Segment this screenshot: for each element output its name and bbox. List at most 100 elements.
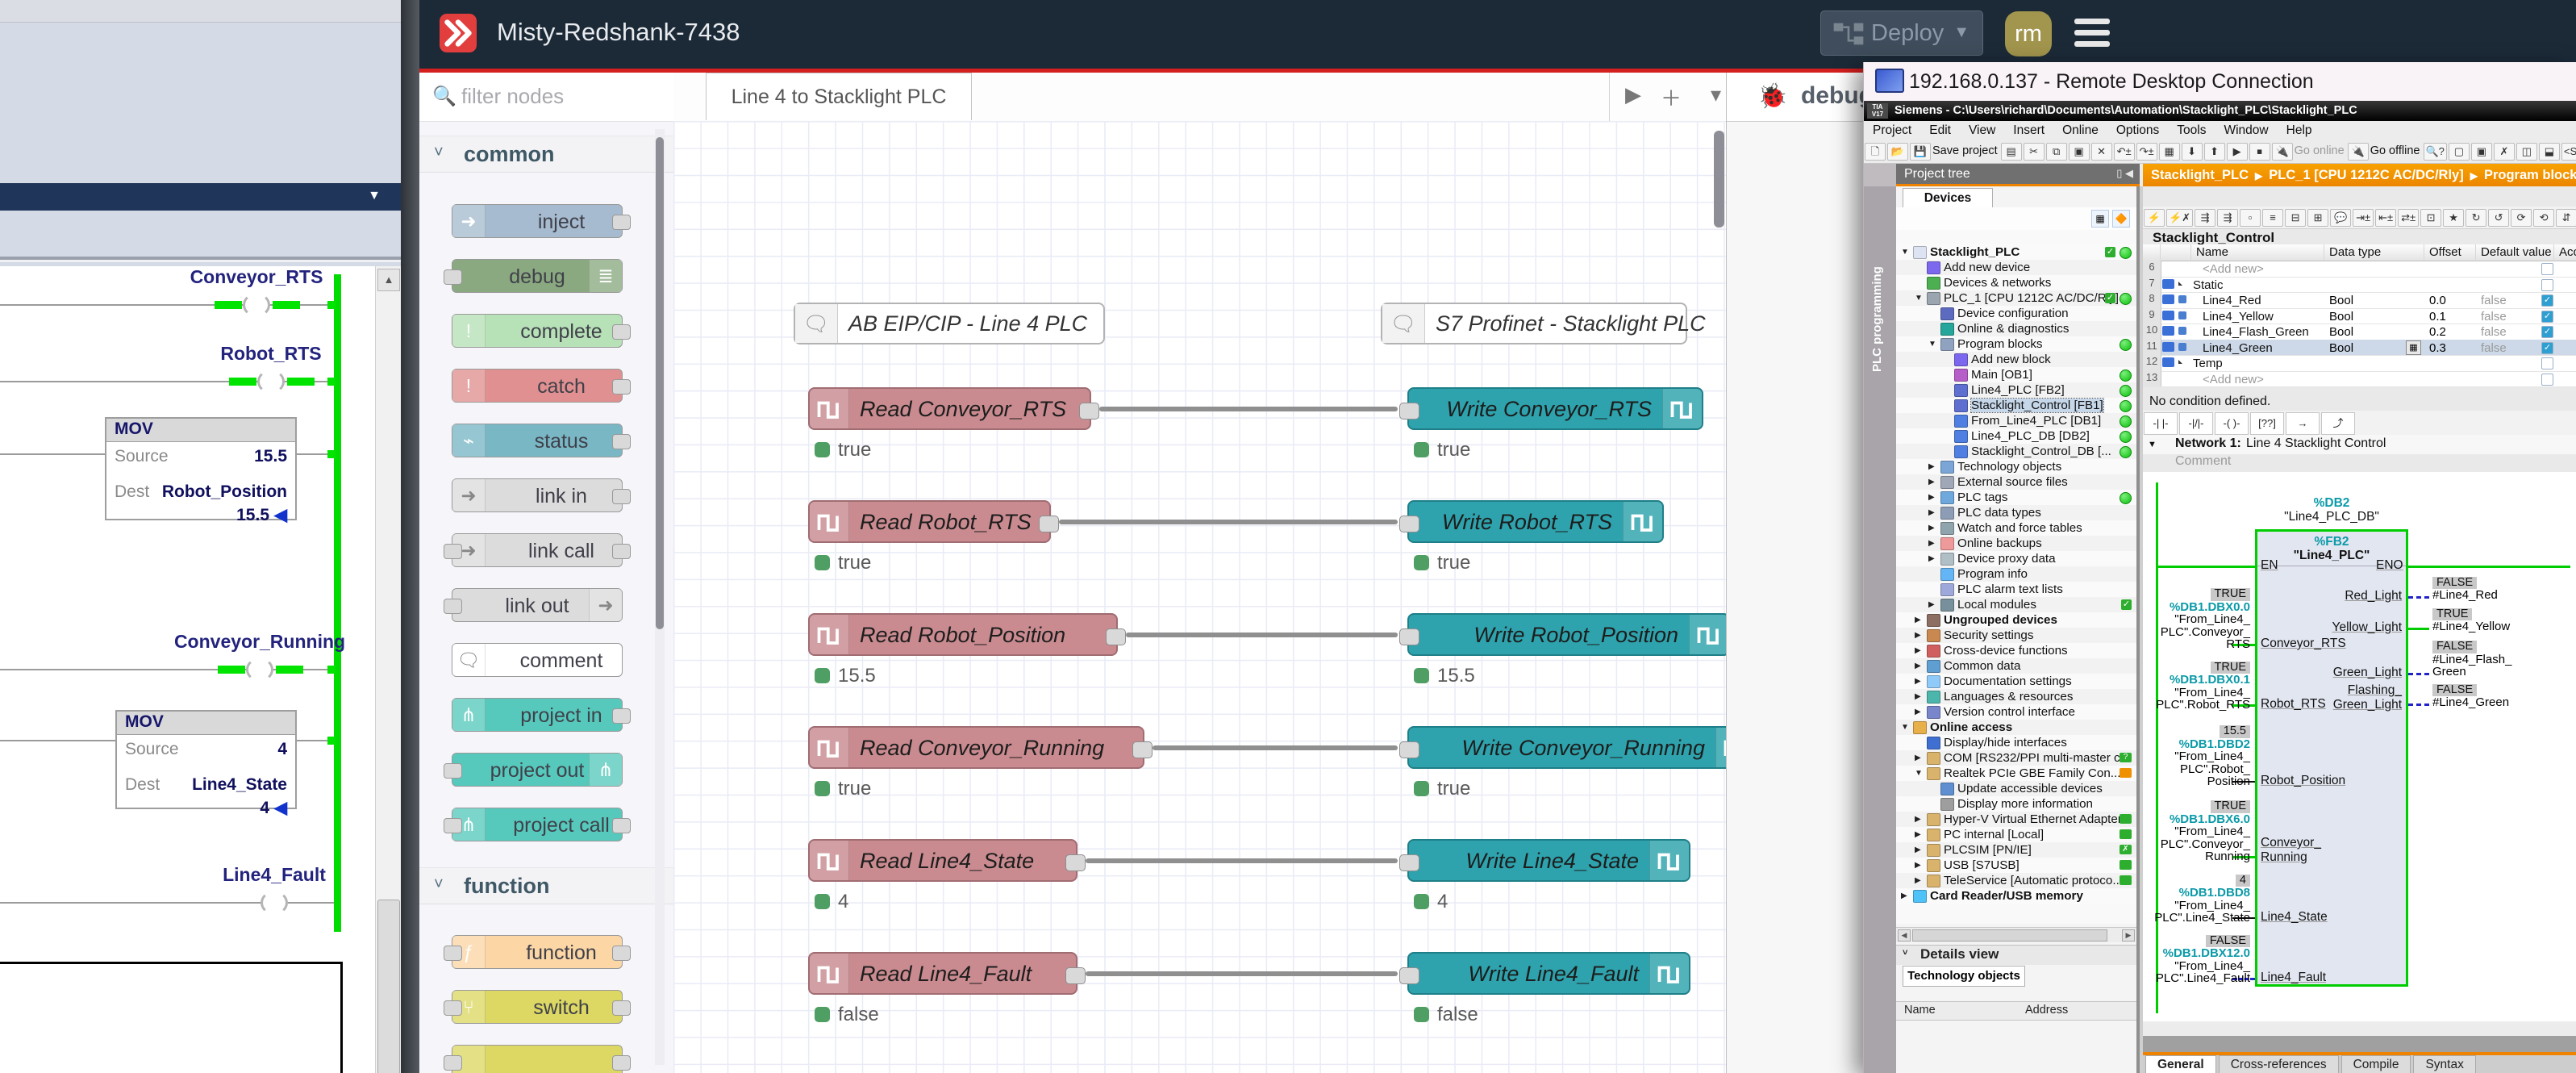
node-output-port[interactable] bbox=[612, 708, 631, 724]
comment-node[interactable]: 🗨AB EIP/CIP - Line 4 PLC bbox=[794, 303, 1105, 344]
inspector-tab-compile[interactable]: Compile bbox=[2341, 1055, 2411, 1073]
copy-icon[interactable]: ⧉ bbox=[2046, 143, 2067, 161]
tag-toolbar-icon-7[interactable]: ⊞ bbox=[2307, 209, 2328, 227]
print-icon[interactable]: ▤ bbox=[2001, 143, 2022, 161]
tree-view-icon[interactable]: ▦ bbox=[2091, 210, 2109, 228]
lad-instruction-1[interactable]: -|/|- bbox=[2179, 412, 2213, 435]
expand-icon[interactable]: ▶ bbox=[1915, 708, 1921, 716]
expand-icon[interactable]: ▶ bbox=[1915, 845, 1921, 854]
logix-collapsed-panel[interactable]: ▼ bbox=[0, 183, 401, 211]
flow-node-Read-Line4_Fault[interactable]: Read Line4_Fault bbox=[808, 952, 1078, 995]
main-menu-icon[interactable] bbox=[2074, 19, 2110, 51]
lad-instruction-3[interactable]: [??] bbox=[2250, 412, 2284, 435]
node-input-port[interactable] bbox=[444, 269, 462, 285]
expand-icon[interactable]: ▶ bbox=[1928, 478, 1935, 486]
tree-item-common-data[interactable]: ▶Common data bbox=[1896, 658, 2136, 674]
flow-wire[interactable] bbox=[1153, 745, 1398, 750]
menu-edit[interactable]: Edit bbox=[1920, 121, 1960, 140]
redo-icon[interactable]: ↷± bbox=[2136, 143, 2157, 161]
tree-sync-icon[interactable]: 🔶 bbox=[2112, 210, 2130, 228]
tag-toolbar-icon-3[interactable]: ⇶ bbox=[2217, 209, 2238, 227]
flow-node-Read-Robot_Position[interactable]: Read Robot_Position bbox=[808, 613, 1118, 656]
menu-insert[interactable]: Insert bbox=[2004, 121, 2053, 140]
menu-online[interactable]: Online bbox=[2053, 121, 2107, 140]
tree-item-plc-tags[interactable]: ▶PLC tags bbox=[1896, 490, 2136, 505]
accessible-checkbox[interactable] bbox=[2541, 279, 2553, 291]
flow-wire[interactable] bbox=[1126, 633, 1398, 637]
scrollbar-thumb[interactable] bbox=[1912, 929, 2107, 941]
project-tree-header[interactable]: Project tree ▯ ◀ bbox=[1896, 164, 2140, 186]
tree-item-main-ob1-[interactable]: Main [OB1] bbox=[1896, 367, 2136, 382]
inspector-tab-cross-references[interactable]: Cross-references bbox=[2219, 1055, 2339, 1073]
palette-node-switch[interactable]: ⑂switch bbox=[452, 990, 623, 1024]
close-icon[interactable]: ✗ bbox=[2494, 143, 2515, 161]
scroll-up-icon[interactable]: ▲ bbox=[377, 269, 400, 291]
download-icon[interactable]: ⬇ bbox=[2182, 143, 2203, 161]
menu-view[interactable]: View bbox=[1960, 121, 2004, 140]
tag-toolbar-icon-9[interactable]: ⇥± bbox=[2353, 209, 2374, 227]
tree-item-watch-and-force-tables[interactable]: ▶Watch and force tables bbox=[1896, 520, 2136, 536]
scrollbar-thumb[interactable] bbox=[377, 900, 400, 1073]
go-offline-label[interactable]: Go offline bbox=[2370, 144, 2420, 157]
node-input-port[interactable] bbox=[444, 818, 462, 833]
node-output-port[interactable] bbox=[612, 544, 631, 559]
node-output-port[interactable] bbox=[612, 1055, 631, 1071]
palette-node-inject[interactable]: ➜inject bbox=[452, 204, 623, 238]
menu-help[interactable]: Help bbox=[2278, 121, 2321, 140]
collapse-icon[interactable]: ▼ bbox=[1928, 340, 1936, 349]
tree-item-device-proxy-data[interactable]: ▶Device proxy data bbox=[1896, 551, 2136, 566]
tag-toolbar-icon-15[interactable]: ↺ bbox=[2488, 209, 2509, 227]
tree-item-from-line4-plc-db1-[interactable]: From_Line4_PLC [DB1] bbox=[1896, 413, 2136, 428]
input-operand[interactable]: FALSE%DB1.DBX12.0"From_Line4_PLC".Line4_… bbox=[2149, 934, 2250, 985]
flow-canvas[interactable]: 🗨AB EIP/CIP - Line 4 PLC🗨S7 Profinet - S… bbox=[673, 121, 1726, 1073]
palette-node-project-in[interactable]: ⋔project in bbox=[452, 698, 623, 732]
tree-item-online-diagnostics[interactable]: Online & diagnostics bbox=[1896, 321, 2136, 336]
flow-node-Write-Conveyor_RTS[interactable]: Write Conveyor_RTS bbox=[1407, 387, 1703, 430]
expand-icon[interactable]: ▶ bbox=[1928, 539, 1935, 548]
devices-tab[interactable]: Devices bbox=[1903, 188, 1993, 208]
interface-row-Temp[interactable]: 12Temp bbox=[2143, 355, 2576, 372]
node-input-port[interactable] bbox=[444, 1000, 462, 1016]
accessible-checkbox[interactable] bbox=[2541, 357, 2553, 369]
lad-network-canvas[interactable]: %DB2"Line4_PLC_DB"%FB2"Line4_PLC"ENENOCo… bbox=[2143, 472, 2576, 1021]
tree-item-add-new-block[interactable]: Add new block bbox=[1896, 352, 2136, 367]
palette-node-project-call[interactable]: ⋔project call bbox=[452, 808, 623, 841]
interface-row--Add-new-[interactable]: 6<Add new> bbox=[2143, 261, 2576, 278]
breadcrumb-item[interactable]: PLC_1 [CPU 1212C AC/DC/Rly] bbox=[2269, 168, 2463, 182]
node-output-port[interactable] bbox=[1079, 403, 1099, 420]
tab-line4-to-stacklight[interactable]: Line 4 to Stacklight PLC bbox=[706, 73, 972, 120]
output-operand[interactable]: TRUE#Line4_Yellow bbox=[2432, 607, 2553, 633]
tree-item-plc-1-cpu-1212c-ac-dc-rly-[interactable]: ▼PLC_1 [CPU 1212C AC/DC/Rly]✓ bbox=[1896, 290, 2136, 306]
flow-node-Read-Conveyor_Running[interactable]: Read Conveyor_Running bbox=[808, 726, 1144, 769]
expand-icon[interactable]: ▶ bbox=[1915, 876, 1921, 885]
palette-node-function[interactable]: ƒfunction bbox=[452, 935, 623, 969]
tree-item-devices-networks[interactable]: Devices & networks bbox=[1896, 275, 2136, 290]
details-view-header[interactable]: ˅ Details view bbox=[1896, 945, 2136, 965]
tree-item-line4-plc-fb2-[interactable]: Line4_PLC [FB2] bbox=[1896, 382, 2136, 398]
node-output-port[interactable] bbox=[612, 818, 631, 833]
rdp-title-bar[interactable]: 192.168.0.137 - Remote Desktop Connectio… bbox=[1864, 62, 2576, 101]
accessible-checkbox[interactable]: ✓ bbox=[2541, 342, 2553, 354]
mov-instruction-box[interactable]: MOVSource4DestLine4_State4 ◀ bbox=[115, 710, 297, 809]
expand-icon[interactable]: ▶ bbox=[1915, 830, 1921, 839]
flow-wire[interactable] bbox=[1059, 520, 1398, 524]
inspector-tab-general[interactable]: General bbox=[2145, 1055, 2216, 1073]
tag-toolbar-icon-11[interactable]: ⇄± bbox=[2398, 209, 2419, 227]
interface-row-Static[interactable]: 7Static bbox=[2143, 277, 2576, 294]
mov-instruction-box[interactable]: MOVSource15.5DestRobot_Position15.5 ◀ bbox=[105, 417, 297, 520]
tree-item-documentation-settings[interactable]: ▶Documentation settings bbox=[1896, 674, 2136, 689]
palette-node-project-out[interactable]: ⋔project out bbox=[452, 753, 623, 787]
expand-icon[interactable]: ▶ bbox=[1901, 891, 1907, 900]
tag-toolbar-icon-10[interactable]: ⇤± bbox=[2375, 209, 2396, 227]
tag-toolbar-icon-6[interactable]: ⊟ bbox=[2285, 209, 2306, 227]
save-project-label[interactable]: Save project bbox=[1932, 144, 1998, 157]
palette-node-link-out[interactable]: ➜link out bbox=[452, 588, 623, 622]
node-output-port[interactable] bbox=[1106, 628, 1126, 645]
palette-node-debug[interactable]: ≣debug bbox=[452, 259, 623, 293]
interface-row-Line4-Red[interactable]: 8Line4_RedBool0.0false✓ bbox=[2143, 292, 2576, 309]
column-header-name[interactable]: Name bbox=[2191, 244, 2324, 260]
tree-item-external-source-files[interactable]: ▶External source files bbox=[1896, 474, 2136, 490]
column-header-data-type[interactable]: Data type bbox=[2324, 244, 2424, 260]
node-red-logo-icon[interactable] bbox=[440, 14, 477, 52]
flow-wire[interactable] bbox=[1086, 858, 1398, 863]
